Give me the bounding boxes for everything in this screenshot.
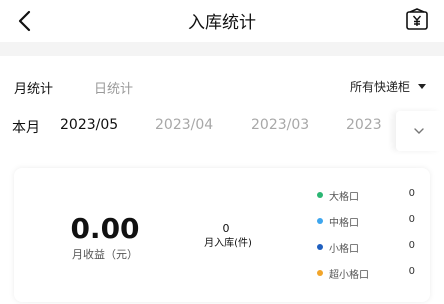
caret-down-icon [418,84,426,89]
legend-item-extra-small: 超小格口 0 [317,266,427,281]
tab-daily[interactable]: 日统计 [94,78,133,97]
month-item-2023-04[interactable]: 2023/04 [155,117,213,133]
header-bar: 入库统计 [0,0,444,42]
stats-tabs: 月统计 日统计 所有快递柜 [0,74,444,98]
legend-item-small: 小格口 0 [317,240,427,255]
legend-item-medium: 中格口 0 [317,214,427,229]
legend-count: 0 [408,266,415,277]
section-divider [0,42,444,56]
cabinet-filter-dropdown[interactable]: 所有快递柜 [350,78,426,95]
main-panel: 月统计 日统计 所有快递柜 本月 2023/05 2023/04 2023/03… [0,56,444,304]
legend-dot [317,270,323,276]
month-item-2023-partial[interactable]: 2023 [346,117,382,133]
monthly-income-label: 月收益（元） [72,248,138,261]
cabinet-filter-label: 所有快递柜 [349,80,410,94]
tab-monthly[interactable]: 月统计 [14,78,53,97]
page: 入库统计 月统计 日统计 所有快递柜 本月 2023/05 2023/04 20… [0,0,444,304]
legend-dot [317,218,323,224]
legend-name: 大格口 [329,192,359,203]
legend-name: 超小格口 [329,270,369,281]
legend-count: 0 [408,240,415,251]
summary-card: 0.00 月收益（元） 0 月入库(件) 大格口 0 中格口 0 小格口 0 超 [14,168,430,302]
month-item-2023-05[interactable]: 2023/05 [60,117,118,133]
period-label: 本月 [12,120,40,136]
expand-months-button[interactable] [396,111,442,151]
monthly-income-value: 0.00 [70,212,140,245]
legend-item-large: 大格口 0 [317,188,427,203]
legend-count: 0 [408,188,415,199]
legend-dot [317,244,323,250]
legend-dot [317,192,323,198]
month-selector: 本月 2023/05 2023/04 2023/03 2023 [0,111,444,151]
legend-count: 0 [408,214,415,225]
chevron-down-icon [414,128,424,134]
legend-name: 小格口 [329,244,359,255]
legend-name: 中格口 [329,218,359,229]
monthly-count-label: 月入库(件) [204,238,252,249]
page-title: 入库统计 [188,13,256,33]
wallet-button[interactable] [404,7,430,33]
wallet-yen-icon [406,8,428,30]
month-item-2023-03[interactable]: 2023/03 [251,117,309,133]
